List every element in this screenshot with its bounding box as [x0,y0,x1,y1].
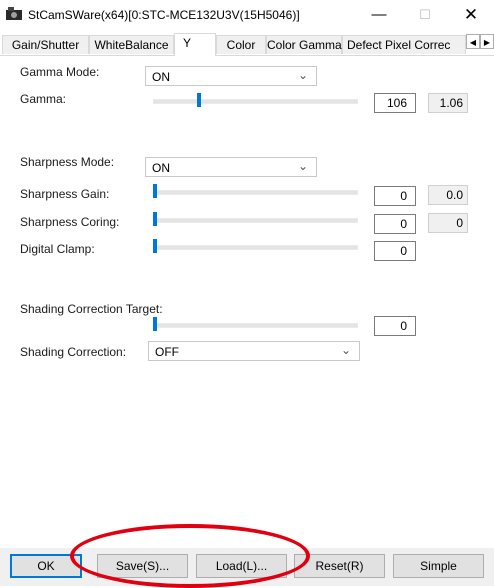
minimize-button[interactable]: — [356,0,402,30]
sharpness-gain-value-input[interactable]: 0 [374,186,416,206]
sharpness-coring-label: Sharpness Coring: [20,215,120,229]
gamma-value-input[interactable]: 106 [374,93,416,113]
shading-target-slider-thumb[interactable] [153,317,157,331]
chevron-down-icon: ⌄ [297,159,308,173]
sharpness-coring-readout: 0 [428,213,468,233]
shading-target-value-input[interactable]: 0 [374,316,416,336]
shading-target-slider[interactable] [153,315,358,333]
sharpness-gain-slider[interactable] [153,182,358,200]
sharpness-gain-readout: 0.0 [428,185,468,205]
shading-correction-value: OFF [155,345,179,359]
y-settings-panel: Gamma Mode: ON ⌄ Gamma: 106 1.06 Sharpne… [0,56,494,546]
ok-button[interactable]: OK [10,554,82,578]
sharpness-coring-slider[interactable] [153,210,358,228]
sharpness-coring-slider-track [153,218,358,223]
camera-app-icon [6,7,22,20]
tab-whitebalance[interactable]: WhiteBalance [89,35,174,54]
sharpness-coring-slider-thumb[interactable] [153,212,157,226]
gamma-slider[interactable] [153,91,358,109]
digital-clamp-slider-thumb[interactable] [153,239,157,253]
gamma-mode-select[interactable]: ON ⌄ [145,66,317,86]
sharpness-gain-label: Sharpness Gain: [20,187,110,201]
chevron-down-icon: ⌄ [340,343,351,357]
sharpness-mode-label: Sharpness Mode: [20,155,115,169]
tab-scroll-right-button[interactable]: ▶ [480,34,494,49]
reset-button[interactable]: Reset(R) [294,554,385,578]
chevron-down-icon: ⌄ [297,68,308,82]
load-button[interactable]: Load(L)... [196,554,287,578]
shading-correction-label: Shading Correction: [20,345,127,359]
tab-color[interactable]: Color [216,35,266,54]
sharpness-mode-select[interactable]: ON ⌄ [145,157,317,177]
digital-clamp-slider-track [153,245,358,250]
close-button[interactable]: ✕ [448,0,494,30]
gamma-slider-thumb[interactable] [197,93,201,107]
tab-y[interactable]: Y [174,33,216,56]
gamma-readout: 1.06 [428,93,468,113]
tab-color-gamma[interactable]: Color Gamma [266,35,342,54]
save-button[interactable]: Save(S)... [97,554,188,578]
tab-defect-pixel-correction[interactable]: Defect Pixel Correc [342,35,466,54]
sharpness-mode-value: ON [152,161,170,175]
digital-clamp-value-input[interactable]: 0 [374,241,416,261]
maximize-button[interactable]: ☐ [402,0,448,30]
shading-target-slider-track [153,323,358,328]
tab-gain-shutter[interactable]: Gain/Shutter [2,35,89,54]
sharpness-coring-value-input[interactable]: 0 [374,214,416,234]
title-bar: StCamSWare(x64)[0:STC-MCE132U3V(15H5046)… [0,0,494,30]
tab-strip: Gain/Shutter WhiteBalance Y Color Color … [0,33,494,56]
tab-scroll-left-button[interactable]: ◀ [466,34,480,49]
gamma-slider-track [153,99,358,104]
button-bar: OK Save(S)... Load(L)... Reset(R) Simple [0,548,494,586]
gamma-mode-label: Gamma Mode: [20,65,100,79]
digital-clamp-label: Digital Clamp: [20,242,95,256]
sharpness-gain-slider-thumb[interactable] [153,184,157,198]
shading-correction-select[interactable]: OFF ⌄ [148,341,360,361]
shading-target-label: Shading Correction Target: [20,302,163,316]
window-title: StCamSWare(x64)[0:STC-MCE132U3V(15H5046)… [28,8,300,22]
simple-button[interactable]: Simple [393,554,484,578]
gamma-label: Gamma: [20,92,67,106]
sharpness-gain-slider-track [153,190,358,195]
gamma-mode-value: ON [152,70,170,84]
digital-clamp-slider[interactable] [153,237,358,255]
